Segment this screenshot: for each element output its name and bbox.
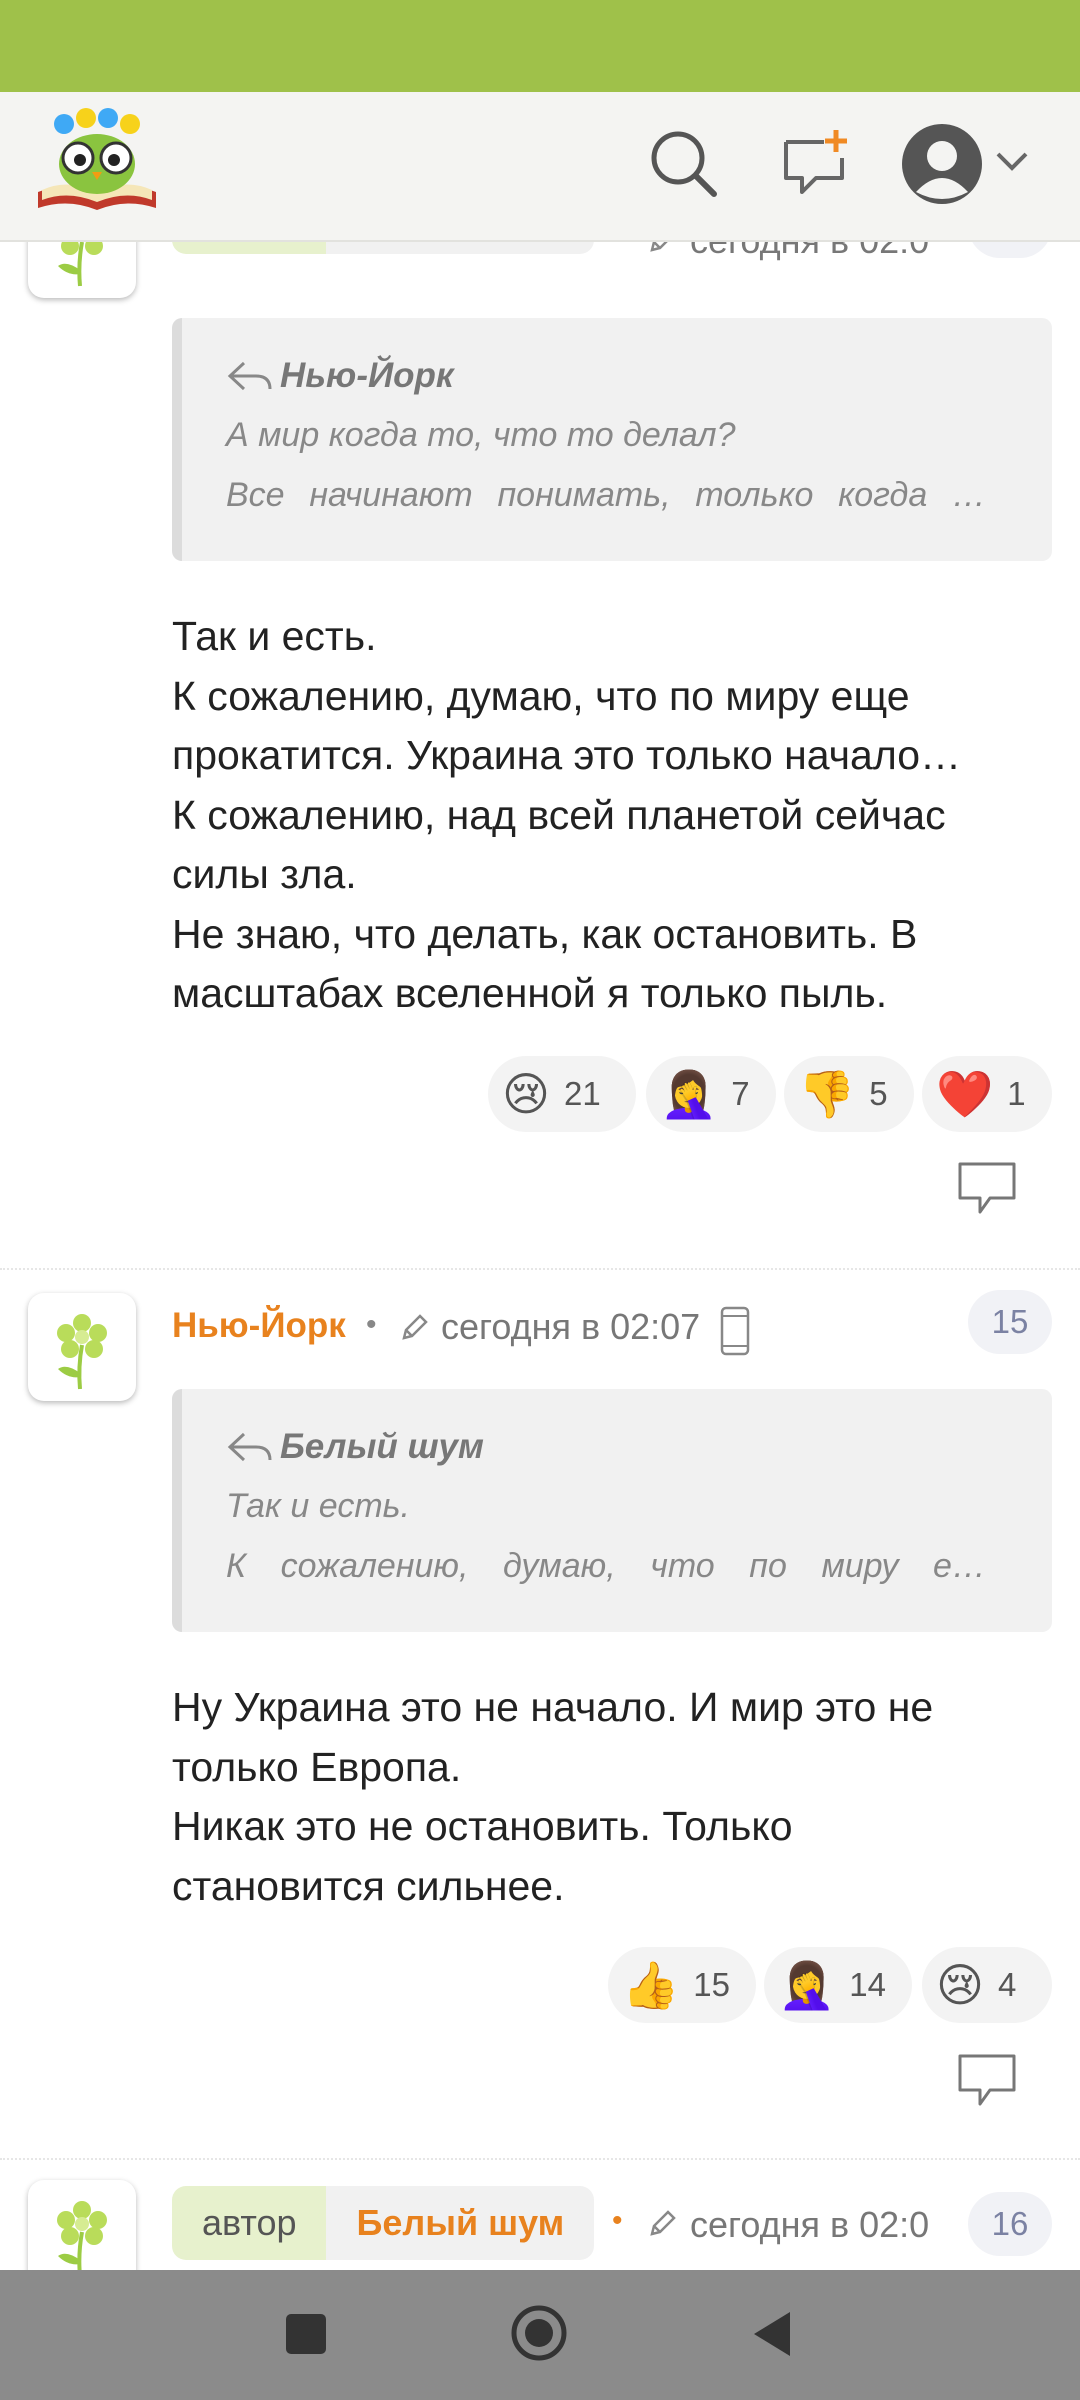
post-time: сегодня в 02:07 xyxy=(441,1306,701,1347)
comments-feed: автор Белый шум • сегодня в 02:0 14 Нью-… xyxy=(0,184,1080,1270)
comment-body: Ну Украина это не начало. И мир это не т… xyxy=(172,1678,1052,1916)
reaction-heart[interactable]: ❤️ 1 xyxy=(922,1056,1052,1132)
reply-bubble-icon[interactable] xyxy=(956,1160,1018,1216)
comment-line: становится сильнее. xyxy=(172,1862,565,1909)
quote-word: начинают xyxy=(309,476,473,514)
owl-on-book-logo[interactable] xyxy=(34,106,160,216)
quote-header: Белый шум xyxy=(226,1427,484,1467)
quote-line: Все начинают понимать, только когда … xyxy=(226,476,986,515)
status-bar xyxy=(0,0,1080,92)
quote-author: Белый шум xyxy=(280,1427,484,1466)
comment-15: Нью-Йорк • сегодня в 02:07 15 Белый шум … xyxy=(0,1270,1080,2160)
quote-word: сожалению, xyxy=(280,1547,469,1585)
comment-number[interactable]: 15 xyxy=(968,1290,1052,1354)
quote-word: миру xyxy=(821,1547,899,1585)
separator-dot: • xyxy=(612,2204,623,2237)
reaction-facepalm[interactable]: 🤦‍♀️ 14 xyxy=(764,1947,912,2023)
comment-line: Никак это не остановить. Только xyxy=(172,1803,793,1849)
comment-line: прокатится. Украина это только начало… xyxy=(172,732,962,778)
reaction-count: 1 xyxy=(1007,1075,1026,1112)
reply-bubble-icon[interactable] xyxy=(956,2052,1018,2108)
reaction-crying[interactable]: 😢 21 xyxy=(488,1056,636,1132)
quote-word: Все xyxy=(226,476,285,514)
avatar[interactable] xyxy=(28,2180,136,2270)
thumbs-down-emoji-icon: 👎 xyxy=(798,1068,856,1120)
reaction-thumbs-down[interactable]: 👎 5 xyxy=(784,1056,914,1132)
post-time: сегодня в 02:0 xyxy=(690,2204,930,2245)
author-name[interactable]: Белый шум xyxy=(326,2186,595,2260)
comment-line: Ну Украина это не начало. И мир это не xyxy=(172,1684,934,1730)
quote-word: думаю, xyxy=(503,1547,616,1585)
reaction-crying[interactable]: 😢 4 xyxy=(922,1947,1052,2023)
quote-header: Нью-Йорк xyxy=(226,356,454,396)
quote-word: когда xyxy=(838,476,928,514)
author-pill[interactable]: автор Белый шум xyxy=(172,2186,595,2260)
quote-word: … xyxy=(952,476,986,514)
quote-word: по xyxy=(749,1547,787,1585)
quote-block[interactable]: Нью-Йорк А мир когда то, что то делал? В… xyxy=(172,318,1052,561)
comment-line: масштабах вселенной я только пыль. xyxy=(172,970,888,1016)
avatar[interactable] xyxy=(28,1293,136,1401)
system-nav-bar xyxy=(0,2270,1080,2400)
author-badge: автор xyxy=(172,2186,327,2260)
comment-line: К сожалению, над всей планетой сейчас xyxy=(172,791,946,838)
reaction-thumbs-up[interactable]: 👍 15 xyxy=(608,1947,756,2023)
back-triangle-icon[interactable] xyxy=(752,2310,792,2358)
circle-icon[interactable] xyxy=(510,2304,568,2362)
reaction-facepalm[interactable]: 🤦‍♀️ 7 xyxy=(646,1056,776,1132)
comment-number[interactable]: 16 xyxy=(968,2192,1052,2256)
reaction-count: 7 xyxy=(731,1075,750,1112)
quote-line: А мир когда то, что то делал? xyxy=(226,416,736,454)
reaction-count: 21 xyxy=(563,1075,601,1112)
new-message-icon[interactable] xyxy=(780,128,852,200)
crying-emoji-icon: 😢 xyxy=(936,1959,984,2011)
quote-word: е… xyxy=(933,1547,986,1585)
separator-dot: • xyxy=(366,1308,377,1341)
thumbs-up-emoji-icon: 👍 xyxy=(622,1959,680,2011)
quote-line: Так и есть. xyxy=(226,1487,410,1525)
comment-line: Так и есть. xyxy=(172,613,377,659)
reaction-count: 15 xyxy=(693,1966,730,2003)
reaction-count: 5 xyxy=(869,1075,888,1112)
reaction-count: 14 xyxy=(849,1966,886,2003)
facepalm-emoji-icon: 🤦‍♀️ xyxy=(778,1959,836,2011)
chevron-down-icon[interactable] xyxy=(994,150,1030,174)
comment-16: автор Белый шум • сегодня в 02:0 16 xyxy=(0,2160,1080,2270)
pencil-icon xyxy=(650,2210,676,2236)
quote-author: Нью-Йорк xyxy=(280,356,454,395)
comment-line: Не знаю, что делать, как остановить. В xyxy=(172,910,918,957)
reaction-count: 4 xyxy=(997,1966,1017,2003)
crying-emoji-icon: 😢 xyxy=(502,1068,550,1120)
quote-word: К xyxy=(226,1547,247,1585)
comment-body: Так и есть. К сожалению, думаю, что по м… xyxy=(172,607,1052,1024)
quote-block[interactable]: Белый шум Так и есть. К сожалению, думаю… xyxy=(172,1389,1052,1632)
top-header xyxy=(0,92,1080,242)
pencil-icon xyxy=(402,1314,428,1340)
square-icon[interactable] xyxy=(286,2314,326,2354)
reply-arrow-icon xyxy=(227,1432,272,1462)
quote-line: К сожалению, думаю, что по миру е… xyxy=(226,1547,986,1586)
search-icon[interactable] xyxy=(648,128,720,200)
quote-word: что xyxy=(650,1547,715,1585)
comment-line: К сожалению, думаю, что по миру еще xyxy=(172,672,910,719)
comment-line: только Европа. xyxy=(172,1743,462,1790)
comment-line: силы зла. xyxy=(172,851,357,897)
heart-emoji-icon: ❤️ xyxy=(936,1068,994,1120)
user-avatar-icon[interactable] xyxy=(900,122,984,206)
reply-arrow-icon xyxy=(227,361,272,391)
quote-word: понимать, xyxy=(497,476,671,514)
facepalm-emoji-icon: 🤦‍♀️ xyxy=(660,1068,718,1120)
author-name[interactable]: Нью-Йорк xyxy=(172,1306,346,1346)
mobile-device-icon xyxy=(720,1306,750,1356)
quote-word: только xyxy=(695,476,814,514)
